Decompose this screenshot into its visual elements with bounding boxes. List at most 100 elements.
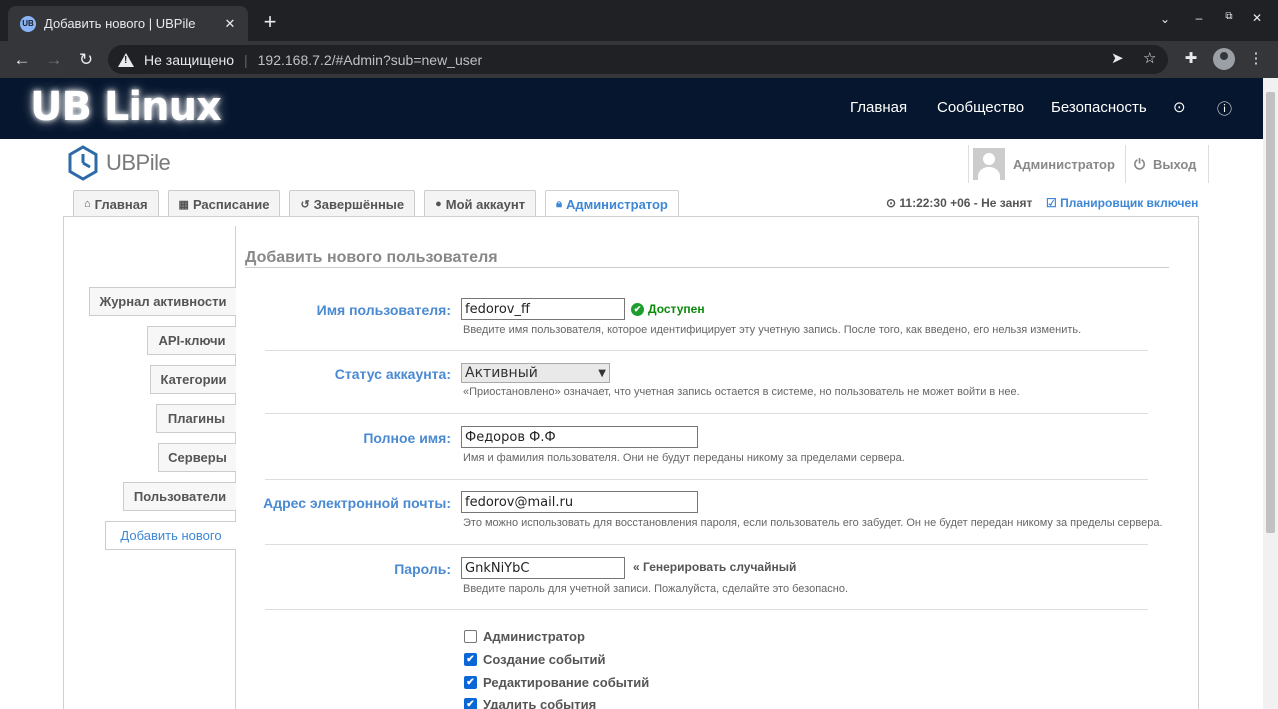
tab-schedule[interactable]: ▦ Расписание: [167, 190, 281, 217]
checkbox[interactable]: ✔: [464, 676, 477, 689]
tab-home[interactable]: ⌂ Главная: [73, 190, 159, 217]
tab-label: Администратор: [565, 197, 668, 212]
extensions-icon[interactable]: ✚: [1180, 49, 1202, 67]
tab-label: Завершённые: [313, 196, 405, 212]
home-icon: ⌂: [84, 198, 91, 210]
main-tabs: ⌂ Главная ▦ Расписание ↺ Завершённые ● Мой а…: [73, 190, 688, 218]
password-input[interactable]: [461, 557, 625, 579]
privilege-admin[interactable]: Администратор: [464, 629, 585, 644]
privilege-label: Администратор: [483, 629, 585, 644]
clock-small-icon: ⊙: [886, 196, 897, 210]
privilege-edit-events[interactable]: ✔ Редактирование событий: [464, 675, 649, 690]
field-divider: [265, 413, 1148, 414]
warning-icon: [118, 52, 134, 67]
tab-admin[interactable]: 🔒︎ Администратор: [545, 190, 679, 218]
field-divider: [265, 609, 1148, 610]
star-icon[interactable]: ☆: [1143, 49, 1156, 67]
scrollbar-thumb[interactable]: [1266, 92, 1275, 533]
lock-icon: 🔒︎: [556, 198, 562, 210]
tab-label: Мой аккаунт: [445, 196, 526, 212]
profile-icon[interactable]: [1213, 48, 1235, 70]
check-circle-icon: ✔: [631, 302, 644, 316]
checkbox[interactable]: ✔: [464, 653, 477, 666]
username-input[interactable]: [461, 298, 625, 320]
history-icon: ↺: [300, 198, 310, 211]
nav-security[interactable]: Безопасность: [1051, 99, 1147, 116]
field-divider: [265, 350, 1148, 351]
password-label: Пароль:: [394, 561, 451, 577]
fullname-hint: Имя и фамилия пользователя. Они не будут…: [463, 452, 905, 464]
user-name: Администратор: [1013, 156, 1115, 172]
sidebar-item-categories[interactable]: Категории: [150, 365, 236, 394]
account-status-select[interactable]: Активный ▼: [461, 363, 610, 383]
address-separator: |: [244, 51, 248, 68]
fullname-label: Полное имя:: [363, 430, 451, 446]
account-status-label: Статус аккаунта:: [334, 366, 451, 382]
sidebar-item-servers[interactable]: Серверы: [158, 443, 236, 472]
checkbox[interactable]: ✔: [464, 698, 477, 709]
fullname-input[interactable]: [461, 426, 698, 448]
clock-status: ⊙ 11:22:30 +06 - Не занят: [886, 196, 1032, 210]
tab-my-account[interactable]: ● Мой аккаунт: [424, 190, 537, 217]
password-hint: Введите пароль для учетной записи. Пожал…: [463, 583, 849, 595]
sidebar-item-api-keys[interactable]: API-ключи: [147, 326, 236, 355]
user-account-link[interactable]: Администратор: [969, 145, 1126, 183]
favicon-icon: UB: [20, 15, 36, 32]
tab-search-icon[interactable]: ⌄: [1156, 12, 1174, 26]
user-box: Администратор ⏻ Выход: [968, 145, 1210, 183]
avatar: [973, 148, 1005, 180]
browser-tab-bar: UB Добавить нового | UBPile ✕ + ⌄ ‒ ⧉ ✕: [0, 0, 1278, 41]
privilege-create-events[interactable]: ✔ Создание событий: [464, 652, 605, 667]
account-status-value: Активный: [465, 365, 538, 381]
field-divider: [265, 479, 1148, 480]
form-title-divider: [245, 267, 1169, 268]
close-tab-icon[interactable]: ✕: [222, 16, 238, 32]
reload-icon[interactable]: ↻: [74, 48, 98, 72]
forward-icon[interactable]: →: [42, 48, 66, 72]
address-bar[interactable]: Не защищено | 192.168.7.2/#Admin?sub=new…: [108, 45, 1168, 74]
new-tab-button[interactable]: +: [258, 10, 282, 34]
browser-tab[interactable]: UB Добавить нового | UBPile ✕: [8, 6, 248, 41]
sidebar-item-plugins[interactable]: Плагины: [156, 404, 236, 433]
minimize-icon[interactable]: ‒: [1190, 11, 1208, 25]
field-divider: [265, 544, 1148, 545]
sidebar-item-add-new[interactable]: Добавить нового: [105, 521, 236, 550]
ubpile-logo-icon: [68, 145, 98, 181]
restore-icon[interactable]: ⧉: [1220, 11, 1238, 22]
send-icon[interactable]: ➤: [1111, 49, 1124, 67]
scheduler-text: Планировщик включен: [1060, 196, 1199, 210]
nav-community[interactable]: Сообщество: [937, 99, 1024, 116]
info-icon[interactable]: ⓘ: [1217, 98, 1232, 119]
browser-toolbar: ← → ↻ Не защищено | 192.168.7.2/#Admin?s…: [0, 41, 1278, 78]
email-hint: Это можно использовать для восстановлени…: [463, 517, 1163, 529]
ubpile-logo[interactable]: UBPile: [65, 145, 171, 181]
user-icon: ●: [435, 198, 442, 210]
availability-status: ✔ Доступен: [631, 302, 705, 316]
username-hint: Введите имя пользователя, которое иденти…: [463, 324, 1082, 336]
email-field[interactable]: [461, 491, 698, 513]
checkbox-icon: ☑: [1046, 196, 1057, 210]
nav-home[interactable]: Главная: [850, 99, 907, 116]
clock-text: 11:22:30 +06 - Не занят: [899, 196, 1033, 210]
sidebar-item-activity-log[interactable]: Журнал активности: [89, 287, 236, 316]
tab-label: Главная: [94, 196, 148, 212]
generate-password-link[interactable]: « Генерировать случайный: [633, 560, 796, 574]
tab-completed[interactable]: ↺ Завершённые: [289, 190, 416, 217]
checkbox[interactable]: [464, 630, 477, 643]
privilege-label: Создание событий: [483, 652, 606, 667]
logo-text: UBPile: [106, 150, 171, 175]
ub-linux-logo[interactable]: UB Linux: [30, 84, 222, 130]
back-icon[interactable]: ←: [10, 48, 34, 72]
clock-icon[interactable]: ⊙: [1173, 98, 1186, 116]
scheduler-status[interactable]: ☑ Планировщик включен: [1046, 196, 1198, 210]
menu-icon[interactable]: ⋮: [1245, 49, 1267, 67]
close-window-icon[interactable]: ✕: [1248, 11, 1266, 25]
page-scrollbar[interactable]: [1263, 78, 1278, 709]
privilege-delete-events[interactable]: ✔ Удалить события: [464, 697, 596, 709]
availability-text: Доступен: [648, 302, 705, 316]
sidebar-item-users[interactable]: Пользователи: [123, 482, 236, 511]
logout-label: Выход: [1153, 156, 1197, 172]
account-status-hint: «Приостановлено» означает, что учетная з…: [463, 386, 1020, 398]
tab-title: Добавить нового | UBPile: [44, 16, 196, 31]
logout-button[interactable]: ⏻ Выход: [1126, 145, 1209, 183]
